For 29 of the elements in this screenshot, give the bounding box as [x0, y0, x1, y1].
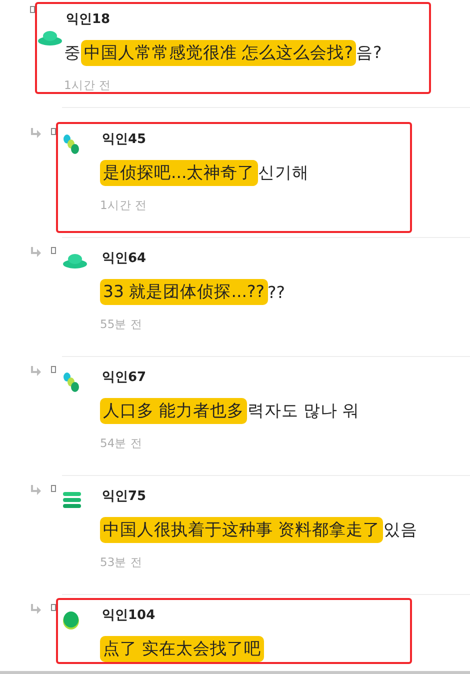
username: 익인75	[102, 488, 146, 505]
marker-icon	[51, 128, 56, 135]
translation-overlay: 是侦探吧...太神奇了	[100, 160, 258, 186]
username: 익인18	[66, 11, 110, 28]
comment-text: 력자도 많나 워	[247, 400, 360, 422]
timestamp: 55분 전	[100, 317, 142, 332]
translation-overlay: 人口多 能力者也多	[100, 398, 248, 424]
marker-icon	[30, 6, 35, 13]
username: 익인104	[102, 607, 156, 624]
username: 익인67	[102, 369, 146, 386]
translation-overlay: 点了 实在太会找了吧	[100, 636, 264, 662]
comment-text: 있음	[383, 519, 418, 541]
marker-icon	[51, 604, 56, 611]
timestamp: 53분 전	[100, 555, 142, 570]
comment-text: 중	[64, 42, 81, 64]
marker-icon	[51, 247, 56, 254]
username: 익인64	[102, 250, 146, 267]
marker-icon	[51, 485, 56, 492]
timestamp: 1시간 전	[100, 198, 147, 213]
translation-overlay: 33 就是团体侦探...??	[100, 279, 268, 305]
marker-icon	[51, 366, 56, 373]
comment-text: ??	[268, 282, 286, 302]
timestamp: 1시간 전	[64, 78, 111, 93]
timestamp: 54분 전	[100, 436, 142, 451]
comment-text: 신기해	[258, 162, 309, 184]
comment-text: 음?	[356, 42, 382, 64]
translation-overlay: 中国人常常感觉很准 怎么这么会找?	[81, 40, 356, 66]
translation-overlay: 中国人很执着于这种事 资料都拿走了	[100, 517, 384, 543]
username: 익인45	[102, 131, 146, 148]
